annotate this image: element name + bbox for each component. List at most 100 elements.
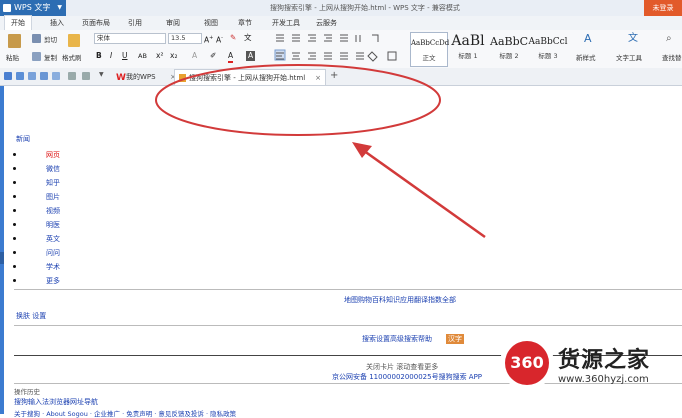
line-spacing-icon[interactable] xyxy=(356,52,364,60)
underline-icon[interactable]: U xyxy=(122,51,128,61)
chinese-layout-icon[interactable] xyxy=(340,34,348,42)
tab-my-wps[interactable]: W 我的WPS × xyxy=(112,69,176,85)
preview-icon[interactable] xyxy=(52,72,60,80)
font-size-select[interactable]: 13.5 xyxy=(168,33,202,44)
icp-text[interactable]: 京公网安备 11000002000025号搜狗搜索 APP xyxy=(332,372,482,382)
italic-icon[interactable]: I xyxy=(110,51,112,61)
skin-settings-link[interactable]: 换肤 设置 xyxy=(16,311,46,321)
menu-developer[interactable]: 开发工具 xyxy=(272,16,300,30)
format-painter-icon[interactable] xyxy=(68,34,80,47)
font-name-select[interactable]: 宋体 xyxy=(94,33,166,44)
bullet-icon xyxy=(13,223,16,226)
new-doc-icon[interactable] xyxy=(4,72,12,80)
copy-icon[interactable] xyxy=(32,52,41,61)
style-heading-2-preview: AaBbC xyxy=(490,35,529,48)
undo-icon[interactable] xyxy=(68,72,76,80)
tab-document-close-icon[interactable]: × xyxy=(315,70,321,86)
nav-item-more[interactable]: 更多 xyxy=(46,276,60,286)
bottom-link[interactable]: 搜狗输入法浏览器网址导航 xyxy=(14,397,98,407)
side-panel-edge[interactable] xyxy=(0,86,4,414)
bullet-icon xyxy=(13,251,16,254)
bullet-list-icon[interactable] xyxy=(276,34,284,42)
cut-button[interactable]: 剪切 xyxy=(44,34,57,44)
menu-section[interactable]: 章节 xyxy=(238,16,252,30)
login-button[interactable]: 未登录 xyxy=(644,0,682,16)
nav-item-web[interactable]: 网页 xyxy=(46,150,60,160)
numbered-list-icon[interactable] xyxy=(292,34,300,42)
bold-icon[interactable]: B xyxy=(96,51,102,61)
cut-icon[interactable] xyxy=(32,34,41,43)
justify-icon[interactable] xyxy=(324,52,332,60)
nav-item-images[interactable]: 图片 xyxy=(46,192,60,202)
copy-button[interactable]: 复制 xyxy=(44,52,57,62)
increase-indent-icon[interactable] xyxy=(324,34,332,42)
distribute-icon[interactable] xyxy=(340,52,348,60)
link-row[interactable]: 地图购物百科知识应用翻译指数全部 xyxy=(344,295,456,305)
nav-item-zhihu[interactable]: 知乎 xyxy=(46,178,60,188)
subscript-icon[interactable]: x₂ xyxy=(170,51,177,61)
align-right-icon[interactable] xyxy=(308,52,316,60)
close-card-text[interactable]: 关闭卡片 滚动查看更多 xyxy=(366,362,438,372)
shading-icon[interactable] xyxy=(367,51,378,62)
highlight-icon[interactable]: ✐ xyxy=(210,51,216,61)
search-settings-row[interactable]: 搜索设置高级搜索帮助 xyxy=(362,334,432,344)
style-normal-preview: AaBbCcDd xyxy=(411,39,450,47)
find-icon[interactable]: ⌕ xyxy=(666,34,672,44)
nav-item-medical[interactable]: 明医 xyxy=(46,220,60,230)
menu-review[interactable]: 审阅 xyxy=(166,16,180,30)
text-effect-icon[interactable]: A xyxy=(192,51,197,61)
open-icon[interactable] xyxy=(16,72,24,80)
phonetic-icon[interactable]: 文 xyxy=(244,33,252,43)
clear-format-icon[interactable]: ✎ xyxy=(230,33,236,43)
style-heading-3[interactable]: AaBbCcl 标题 3 xyxy=(528,32,568,65)
find-replace-button[interactable]: 查找替 xyxy=(662,52,682,62)
shrink-font-icon[interactable]: A- xyxy=(216,33,223,46)
nav-item-wechat[interactable]: 微信 xyxy=(46,164,60,174)
history-label: 操作历史 xyxy=(14,388,40,396)
app-name: WPS 文字 xyxy=(14,3,51,12)
style-normal[interactable]: AaBbCcDd 正文 xyxy=(410,32,450,67)
footer-links[interactable]: 关于搜狗 · About Sogou · 企业推广 · 免责声明 · 意见反馈及… xyxy=(14,408,236,418)
app-menu-button[interactable]: WPS 文字 ▼ xyxy=(0,0,66,16)
paste-button[interactable]: 粘贴 xyxy=(6,52,19,62)
nav-item-english[interactable]: 英文 xyxy=(46,234,60,244)
panel-toggle-icon[interactable] xyxy=(0,252,4,264)
quick-access-dropdown-icon[interactable]: ▼ xyxy=(99,71,104,78)
menu-view[interactable]: 视图 xyxy=(204,16,218,30)
news-link[interactable]: 新闻 xyxy=(16,134,30,144)
show-marks-icon[interactable] xyxy=(372,34,379,42)
strikethrough-icon[interactable]: AB xyxy=(138,51,147,61)
align-center-icon[interactable] xyxy=(292,52,300,60)
menu-cloud[interactable]: 云服务 xyxy=(316,16,337,30)
format-painter-button[interactable]: 格式刷 xyxy=(62,52,82,62)
redo-icon[interactable] xyxy=(82,72,90,80)
menu-page-layout[interactable]: 页面布局 xyxy=(82,16,110,30)
text-tools-icon[interactable]: 文 xyxy=(628,34,638,44)
menu-reference[interactable]: 引用 xyxy=(128,16,142,30)
border-icon[interactable] xyxy=(387,51,397,61)
paste-icon[interactable] xyxy=(8,34,21,48)
nav-item-academic[interactable]: 学术 xyxy=(46,262,60,272)
style-heading-3-preview: AaBbCcl xyxy=(528,37,568,47)
decrease-indent-icon[interactable] xyxy=(308,34,316,42)
nav-item-video[interactable]: 视频 xyxy=(46,206,60,216)
char-shading-icon[interactable]: A xyxy=(246,51,256,61)
superscript-icon[interactable]: x² xyxy=(156,51,163,61)
save-icon[interactable] xyxy=(28,72,36,80)
print-icon[interactable] xyxy=(40,72,48,80)
text-tools-button[interactable]: 文字工具 xyxy=(616,52,642,62)
nav-item-wenwen[interactable]: 问问 xyxy=(46,248,60,258)
style-heading-1[interactable]: AaBl 标题 1 xyxy=(448,32,488,65)
menu-home[interactable]: 开始 xyxy=(4,15,32,31)
new-style-icon[interactable]: A xyxy=(584,33,592,44)
align-left-icon[interactable] xyxy=(274,49,286,61)
grow-font-icon[interactable]: A+ xyxy=(204,33,213,46)
sort-icon[interactable] xyxy=(355,35,361,42)
new-style-button[interactable]: 新样式 xyxy=(576,52,596,62)
tab-document[interactable]: 搜狗搜索引擎 - 上网从搜狗开始.html × xyxy=(174,69,326,85)
font-color-icon[interactable]: A xyxy=(228,51,234,63)
style-heading-2[interactable]: AaBbC 标题 2 xyxy=(490,32,528,65)
menu-insert[interactable]: 插入 xyxy=(50,16,64,30)
style-heading-1-label: 标题 1 xyxy=(458,52,478,60)
new-tab-button[interactable]: + xyxy=(330,68,338,84)
